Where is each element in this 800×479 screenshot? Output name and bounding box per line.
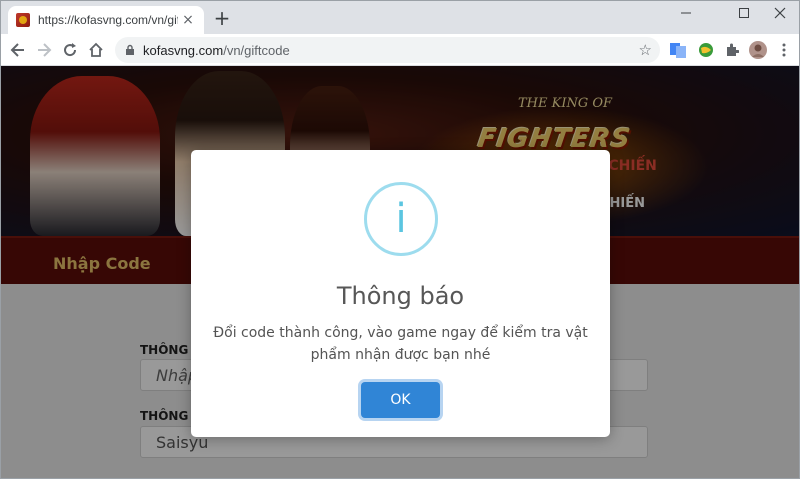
ok-button[interactable]: OK [361,382,440,418]
browser-toolbar: kofasvng.com/vn/giftcode ☆ [0,34,800,66]
tab-close-icon[interactable]: × [180,12,196,28]
home-icon[interactable] [85,39,107,61]
address-bar[interactable]: kofasvng.com/vn/giftcode ☆ [115,37,660,63]
menu-kebab-icon[interactable] [774,40,794,60]
info-icon: i [364,182,438,256]
minimize-icon[interactable] [664,0,708,26]
dialog-message: Đổi code thành công, vào game ngay để ki… [213,325,588,363]
url-host: kofasvng.com [143,42,224,58]
profile-avatar[interactable] [748,40,768,60]
globe-extension-icon[interactable] [696,40,716,60]
tab-strip: https://kofasvng.com/vn/giftcode × + [0,0,800,34]
site-favicon-icon [16,13,30,27]
extensions-puzzle-icon[interactable] [722,40,742,60]
url-text: kofasvng.com/vn/giftcode [143,43,290,58]
notification-dialog: i Thông báo Đổi code thành công, vào gam… [191,150,610,437]
info-glyph: i [395,196,407,242]
bookmark-star-icon[interactable]: ☆ [639,41,652,59]
new-tab-button[interactable]: + [212,8,232,29]
translate-extension-icon[interactable] [668,40,688,60]
url-path: /vn/giftcode [223,42,290,58]
tab-title: https://kofasvng.com/vn/giftcode [38,13,178,27]
forward-arrow-icon[interactable] [33,39,55,61]
lock-icon [125,41,135,60]
dialog-title: Thông báo [336,282,465,310]
browser-tab[interactable]: https://kofasvng.com/vn/giftcode × [8,6,204,34]
back-arrow-icon[interactable] [7,39,29,61]
reload-icon[interactable] [59,39,81,61]
close-icon[interactable] [758,0,800,26]
